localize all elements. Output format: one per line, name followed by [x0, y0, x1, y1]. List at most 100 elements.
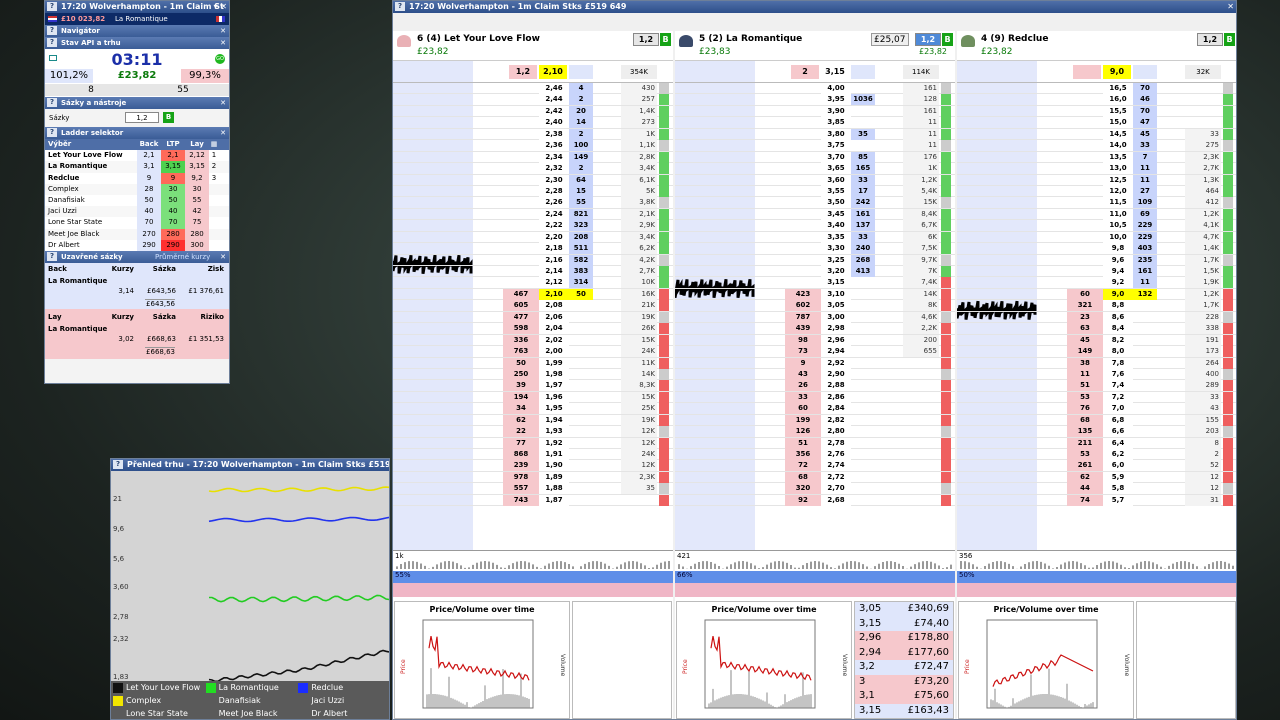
back-amount[interactable]: 229	[1133, 231, 1157, 243]
ladder-row[interactable]: 3,90 161	[675, 105, 955, 118]
back-amount[interactable]: 821	[569, 208, 593, 220]
lay-amount[interactable]: 68	[785, 471, 821, 483]
ladder-row[interactable]: 3,15 7,4K	[675, 277, 955, 289]
ladder-row[interactable]: 26 2,88	[675, 380, 955, 392]
lay-amount[interactable]: 72	[785, 460, 821, 472]
ladder-row[interactable]: 74 5,7 31	[957, 494, 1236, 507]
selector-lay[interactable]: 55	[185, 194, 209, 207]
lay-amount[interactable]: 60	[785, 403, 821, 415]
back-amount[interactable]: 45	[1133, 128, 1157, 140]
ladder-stake-input[interactable]: 1,2	[1197, 33, 1223, 46]
back-amount[interactable]: 132	[1133, 288, 1157, 300]
lay-amount[interactable]: 602	[785, 300, 821, 312]
lay-amount[interactable]: 250	[503, 368, 539, 380]
selector-back[interactable]: 50	[137, 194, 161, 207]
back-amount[interactable]: 33	[1133, 140, 1157, 152]
lay-amount[interactable]: 598	[503, 323, 539, 335]
selector-lay[interactable]: 3,15	[185, 161, 209, 173]
lay-amount[interactable]: 74	[1067, 494, 1103, 506]
lay-amount[interactable]: 60	[1067, 288, 1103, 300]
lay-amount[interactable]: 743	[503, 494, 539, 506]
back-amount[interactable]: 33	[851, 231, 875, 243]
ladder-row[interactable]: 73 2,94 655	[675, 346, 955, 358]
ladder-row[interactable]: 3,20 413 7K	[675, 266, 955, 278]
ladder-row[interactable]: 15,5 70	[957, 105, 1236, 118]
overview-titlebar[interactable]: ? Přehled trhu - 17:20 Wolverhampton - 1m…	[111, 459, 389, 471]
lay-amount[interactable]: 477	[503, 311, 539, 323]
ladder-row[interactable]: 14,5 45 33	[957, 128, 1236, 141]
ladder-row[interactable]: 22 1,93 12K	[393, 426, 673, 438]
legend-item[interactable]: Jaci Uzzi	[296, 694, 389, 707]
lay-amount[interactable]: 978	[503, 471, 539, 483]
ladder-row[interactable]: 211 6,4 8	[957, 437, 1236, 449]
close-icon[interactable]: ✕	[220, 37, 226, 49]
tools-header[interactable]: ? Sázky a nástroje ✕	[45, 97, 229, 109]
ladder-b-button[interactable]: B	[1224, 33, 1235, 46]
lay-amount[interactable]: 51	[785, 437, 821, 449]
selector-lay[interactable]: 300	[185, 239, 209, 251]
back-amount[interactable]: 235	[1133, 254, 1157, 266]
lay-amount[interactable]: 261	[1067, 460, 1103, 472]
help-icon[interactable]: ?	[47, 98, 57, 107]
lay-amount[interactable]: 39	[503, 380, 539, 392]
selector-back[interactable]: 2,1	[137, 150, 161, 162]
help-icon[interactable]: ?	[47, 2, 57, 11]
ladder-stake-input[interactable]: 1,2	[633, 33, 659, 46]
lay-amount[interactable]: 356	[785, 449, 821, 460]
ladder-row[interactable]: 51 7,4 289	[957, 380, 1236, 392]
ladder-row[interactable]: 2,12 314 10K	[393, 277, 673, 289]
close-icon[interactable]: ✕	[220, 251, 226, 263]
ladder-row[interactable]: 3,45 161 8,4K	[675, 208, 955, 221]
back-amount[interactable]: 2	[569, 163, 593, 175]
back-amount[interactable]: 17	[851, 185, 875, 197]
ladder-row[interactable]: 77 1,92 12K	[393, 437, 673, 449]
selector-lay[interactable]: 280	[185, 228, 209, 240]
lay-amount[interactable]: 336	[503, 334, 539, 346]
legend-item[interactable]: Danafisiak	[204, 694, 297, 707]
lay-amount[interactable]: 23	[1067, 311, 1103, 323]
lay-amount[interactable]: 423	[785, 288, 821, 300]
back-amount[interactable]: 27	[1133, 185, 1157, 197]
lay-amount[interactable]: 53	[1067, 449, 1103, 460]
ladder-row[interactable]: 2,16 582 4,2K	[393, 254, 673, 266]
ladder-row[interactable]: 50 1,99 11K	[393, 357, 673, 369]
selector-row[interactable]: Dr Albert 290 290 300	[45, 239, 229, 251]
ladder-selector-header[interactable]: ? Ladder selektor ✕	[45, 127, 229, 139]
lay-amount[interactable]: 68	[1067, 414, 1103, 426]
selector-lay[interactable]: 2,12	[185, 150, 209, 162]
back-amount[interactable]: 2	[569, 94, 593, 106]
ladder-b-button[interactable]: B	[942, 33, 953, 46]
ladder-row[interactable]: 250 1,98 14K	[393, 368, 673, 381]
back-amount[interactable]: 268	[851, 254, 875, 266]
ladder-row[interactable]: 2,20 208 3,4K	[393, 231, 673, 244]
ladder-row[interactable]: 23 8,6 228	[957, 311, 1236, 324]
ladder-row[interactable]: 9,4 161 1,5K	[957, 266, 1236, 278]
lay-amount[interactable]: 467	[503, 288, 539, 300]
ladder-row[interactable]: 261 6,0 52	[957, 460, 1236, 472]
help-icon[interactable]: ?	[47, 26, 57, 35]
ladder-row[interactable]: 44 5,8 12	[957, 483, 1236, 495]
left-panel-titlebar[interactable]: ? 17:20 Wolverhampton - 1m Claim St ▾ ✕	[45, 1, 229, 13]
ladder-row[interactable]: 68 2,72	[675, 471, 955, 484]
ladder-row[interactable]: 63 8,4 338	[957, 323, 1236, 335]
ladder-row[interactable]: 2,34 149 2,8K	[393, 151, 673, 164]
back-amount[interactable]: 242	[851, 197, 875, 209]
ladder-row[interactable]: 2,26 55 3,8K	[393, 197, 673, 209]
ladder-row[interactable]: 199 2,82	[675, 414, 955, 427]
back-amount[interactable]: 137	[851, 220, 875, 232]
ladder-row[interactable]: 72 2,74	[675, 460, 955, 472]
ladder-row[interactable]: 2,24 821 2,1K	[393, 208, 673, 221]
close-icon[interactable]: ✕	[1227, 1, 1234, 13]
selector-row[interactable]: Let Your Love Flow 2,1 2,1 2,12 1	[45, 150, 229, 162]
back-amount[interactable]: 109	[1133, 197, 1157, 209]
help-icon[interactable]: ?	[113, 460, 123, 469]
back-amount[interactable]: 7	[1133, 151, 1157, 163]
back-amount[interactable]: 165	[851, 163, 875, 175]
ladder-row[interactable]: 9,2 11 1,9K	[957, 277, 1236, 289]
ladder-row[interactable]: 9 2,92	[675, 357, 955, 369]
selector-lay[interactable]: 9,2	[185, 172, 209, 184]
selector-back[interactable]: 70	[137, 217, 161, 229]
ladder-row[interactable]: 3,40 137 6,7K	[675, 220, 955, 232]
lay-amount[interactable]: 787	[785, 311, 821, 323]
back-amount[interactable]: 11	[1133, 163, 1157, 175]
